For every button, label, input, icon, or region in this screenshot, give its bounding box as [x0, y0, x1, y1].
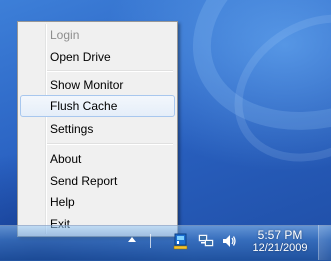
menu-item-open-drive[interactable]: Open Drive	[20, 46, 175, 68]
show-hidden-icons-arrow-icon[interactable]	[128, 237, 136, 242]
menu-item-label: Login	[50, 28, 80, 42]
clock-date[interactable]: 12/21/2009	[245, 242, 315, 254]
menu-item-label: Show Monitor	[50, 78, 124, 92]
menu-item-show-monitor[interactable]: Show Monitor	[20, 74, 175, 96]
menu-item-flush-cache[interactable]: Flush Cache	[20, 95, 175, 117]
menu-item-label: Settings	[50, 122, 94, 136]
clock-time[interactable]: 5:57 PM	[245, 228, 315, 242]
menu-item-help[interactable]: Help	[20, 191, 175, 213]
tray-divider	[150, 234, 151, 248]
menu-item-login: Login	[20, 24, 175, 46]
app-tray-icon[interactable]	[173, 232, 189, 250]
network-icon[interactable]	[198, 233, 214, 249]
menu-item-label: About	[50, 152, 82, 166]
show-desktop-button[interactable]	[318, 225, 331, 260]
volume-icon[interactable]	[221, 233, 237, 249]
menu-item-about[interactable]: About	[20, 148, 175, 170]
menu-item-send-report[interactable]: Send Report	[20, 170, 175, 192]
menu-separator	[47, 143, 173, 145]
menu-item-label: Help	[50, 195, 75, 209]
menu-item-settings[interactable]: Settings	[20, 118, 175, 140]
menu-separator	[47, 70, 173, 72]
menu-item-label: Flush Cache	[50, 99, 118, 113]
menu-item-label: Open Drive	[50, 50, 111, 64]
menu-item-label: Send Report	[50, 174, 118, 188]
tray-context-menu: Login Open Drive Show Monitor Flush Cach…	[17, 21, 178, 237]
